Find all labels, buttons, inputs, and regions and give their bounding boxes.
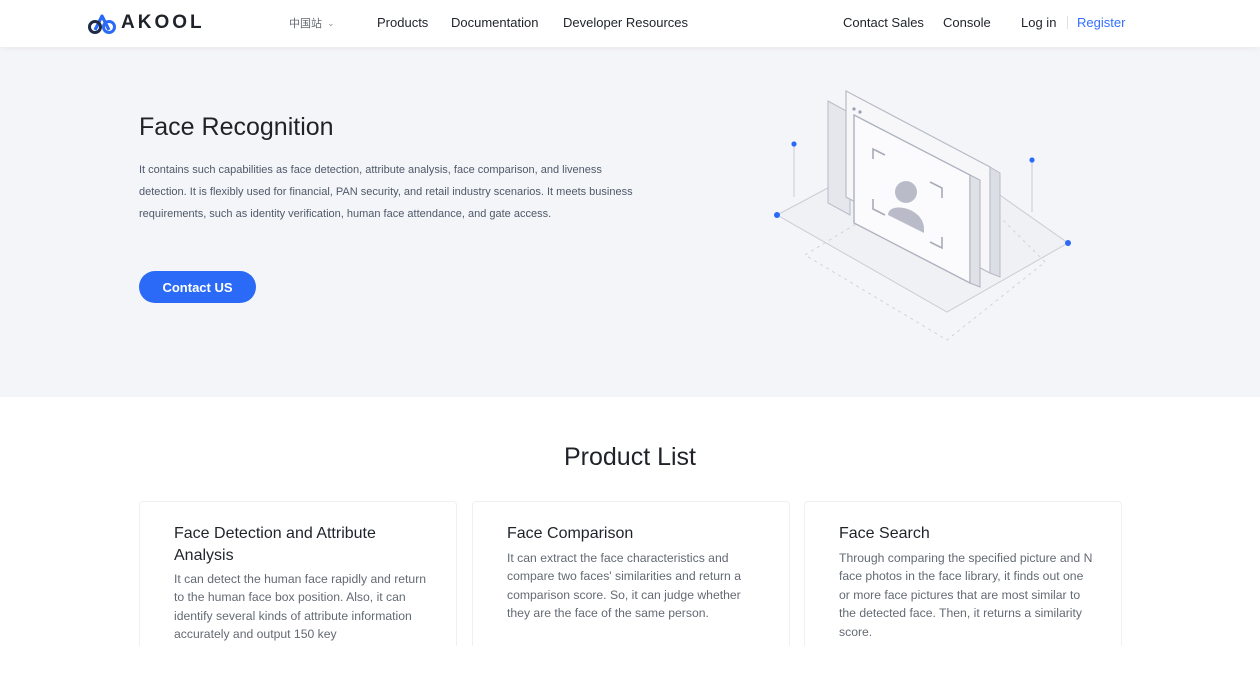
chevron-down-icon: ⌄ — [327, 17, 335, 28]
product-card-face-search[interactable]: Face Search Through comparing the specif… — [804, 501, 1122, 661]
register-link[interactable]: Register — [1077, 15, 1125, 30]
nav-documentation[interactable]: Documentation — [451, 15, 538, 30]
nav-developer-resources[interactable]: Developer Resources — [563, 15, 688, 30]
product-card-face-detection[interactable]: Face Detection and Attribute Analysis It… — [139, 501, 457, 661]
hero-description: It contains such capabilities as face de… — [139, 164, 633, 220]
region-selector[interactable]: 中国站 ⌄ — [289, 15, 335, 31]
card-title: Face Comparison — [507, 525, 634, 542]
akool-logo-icon — [88, 14, 116, 34]
card-title: Face Detection and Attribute Analysis — [174, 525, 376, 564]
akool-logo[interactable]: AKOOL — [87, 11, 205, 35]
nav-divider — [1067, 16, 1068, 29]
product-card-face-comparison[interactable]: Face Comparison It can extract the face … — [472, 501, 790, 661]
face-recognition-illustration — [774, 90, 1071, 341]
card-description: It can detect the human face rapidly and… — [174, 572, 427, 642]
logo-text: AKOOL — [121, 12, 205, 33]
product-list-title: Product List — [563, 443, 696, 471]
hero-banner: Face Recognition It contains such capabi… — [0, 47, 1260, 397]
page-title: Face Recognition — [139, 113, 334, 141]
contact-us-button[interactable]: Contact US — [139, 271, 256, 303]
top-nav-bar: AKOOL 中国站 ⌄ Products Documentation Devel… — [0, 0, 1260, 47]
card-title: Face Search — [839, 525, 930, 542]
region-label: 中国站 — [289, 18, 322, 30]
nav-products[interactable]: Products — [377, 15, 428, 30]
nav-contact-sales[interactable]: Contact Sales — [843, 15, 924, 30]
nav-console[interactable]: Console — [943, 15, 991, 30]
card-description: It can extract the face characteristics … — [507, 551, 741, 621]
card-description: Through comparing the specified picture … — [839, 551, 1093, 639]
viewport-bottom-edge — [0, 646, 1260, 692]
login-link[interactable]: Log in — [1021, 15, 1056, 30]
